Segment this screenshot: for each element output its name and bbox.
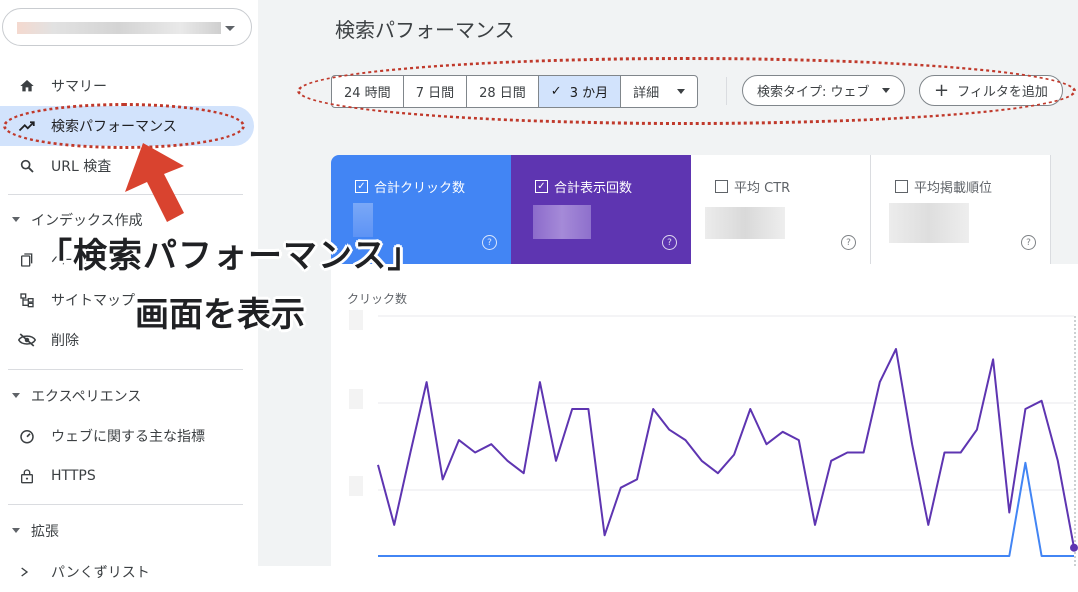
checkbox-empty-icon[interactable] <box>895 180 908 193</box>
page-title: 検索パフォーマンス <box>335 18 515 42</box>
sidebar-item-https[interactable]: HTTPS <box>0 456 254 496</box>
help-icon[interactable]: ? <box>662 235 677 250</box>
series-line <box>378 461 1074 557</box>
search-type-label: 検索タイプ: ウェブ <box>757 85 870 100</box>
filter-24h[interactable]: 24 時間 <box>332 76 404 107</box>
metric-label: 平均掲載順位 <box>914 181 993 196</box>
caret-down-icon <box>12 393 20 398</box>
eye-off-icon <box>17 331 37 349</box>
y-tick-redacted <box>349 389 363 409</box>
sidebar-item-label: URL 検査 <box>51 159 112 175</box>
search-type-button[interactable]: 検索タイプ: ウェブ <box>742 75 905 106</box>
sidebar-item-core-web-vitals[interactable]: ウェブに関する主な指標 <box>0 416 254 456</box>
search-icon <box>17 157 37 175</box>
metric-label: 合計表示回数 <box>554 181 633 196</box>
metric-label: 合計クリック数 <box>374 181 466 196</box>
metric-card-impressions[interactable]: ✓ 合計表示回数 ? <box>511 155 691 264</box>
help-icon[interactable]: ? <box>841 235 856 250</box>
metric-value-redacted <box>889 203 969 243</box>
caret-down-icon <box>12 528 20 533</box>
checkbox-checked-icon[interactable]: ✓ <box>355 180 368 193</box>
sidebar-item-label: パンくずリスト <box>51 565 150 581</box>
sidebar: サマリー 検索パフォーマンス URL 検査 インデックス作成 ページ サイトマッ… <box>0 0 258 581</box>
toolbar-divider <box>726 77 727 105</box>
checkbox-empty-icon[interactable] <box>715 180 728 193</box>
sidebar-item-label: 検索パフォーマンス <box>51 119 177 135</box>
date-range-filter: 24 時間 7 日間 28 日間 ✓ 3 か月 詳細 <box>331 75 699 108</box>
caret-down-icon <box>881 88 890 93</box>
sidebar-item-label: ウェブに関する主な指標 <box>51 429 205 445</box>
chevron-down-icon <box>225 26 235 31</box>
property-selector[interactable] <box>2 8 252 46</box>
section-label: エクスペリエンス <box>31 389 142 405</box>
plus-icon: + <box>934 79 950 101</box>
metric-value-redacted <box>705 207 785 239</box>
y-tick-redacted <box>349 476 363 496</box>
add-filter-button[interactable]: + フィルタを追加 <box>919 75 1063 106</box>
caret-down-icon <box>677 89 686 94</box>
sitemap-icon <box>17 291 37 309</box>
trending-up-icon <box>17 117 37 135</box>
sidebar-item-summary[interactable]: サマリー <box>0 66 254 106</box>
add-filter-label: フィルタを追加 <box>957 85 1048 100</box>
series-line <box>377 348 1075 548</box>
checkbox-checked-icon[interactable]: ✓ <box>535 180 548 193</box>
help-icon[interactable]: ? <box>482 235 497 250</box>
annotation-callout-subtitle: 画面を表示 <box>135 295 305 335</box>
sidebar-item-label: サイトマップ <box>51 293 135 309</box>
filter-7d[interactable]: 7 日間 <box>404 76 468 107</box>
filter-custom-label: 詳細 <box>633 86 660 101</box>
sidebar-item-breadcrumbs[interactable]: パンくずリスト <box>0 552 254 592</box>
sidebar-item-label: HTTPS <box>51 468 96 484</box>
metric-card-position[interactable]: 平均掲載順位 ? <box>871 155 1051 264</box>
pages-icon <box>17 251 37 269</box>
filter-3m-label: 3 か月 <box>569 86 609 101</box>
home-icon <box>17 77 37 95</box>
sidebar-item-label: サマリー <box>51 79 107 95</box>
section-label: 拡張 <box>31 524 59 540</box>
divider <box>8 369 243 370</box>
metric-value-redacted <box>533 205 591 239</box>
metric-cards: ✓ 合計クリック数 ? ✓ 合計表示回数 ? 平均 CTR ? 平均掲載順位 ? <box>331 155 1051 264</box>
filter-28d[interactable]: 28 日間 <box>467 76 539 107</box>
annotation-callout-title: 「検索パフォーマンス」 <box>38 236 423 276</box>
filter-custom[interactable]: 詳細 <box>621 76 697 107</box>
sidebar-item-label: 削除 <box>51 333 79 349</box>
lock-icon <box>17 467 37 485</box>
metric-card-ctr[interactable]: 平均 CTR ? <box>691 155 871 264</box>
metric-label: 平均 CTR <box>734 181 791 196</box>
divider <box>8 504 243 505</box>
property-name-redacted <box>17 22 221 34</box>
caret-down-icon <box>12 217 20 222</box>
check-icon: ✓ <box>550 84 562 99</box>
annotation-arrow-icon <box>125 143 184 222</box>
filter-3m[interactable]: ✓ 3 か月 <box>538 76 622 107</box>
help-icon[interactable]: ? <box>1021 235 1036 250</box>
y-tick-redacted <box>349 310 363 330</box>
series-end-point <box>1070 543 1078 552</box>
speed-icon <box>17 427 37 445</box>
chart-plot <box>349 310 1078 566</box>
